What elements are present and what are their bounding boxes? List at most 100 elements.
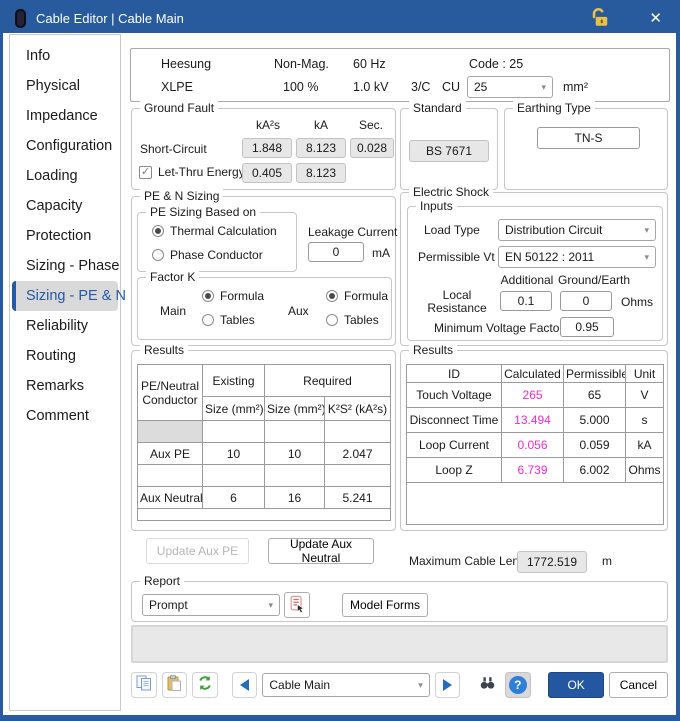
header-existing: Existing: [203, 365, 265, 397]
cable-insulation: XLPE: [161, 80, 193, 94]
cable-manufacturer: Heesung: [161, 57, 211, 71]
sidebar-item-sizing-pe-n[interactable]: Sizing - PE & N: [12, 281, 118, 311]
inputs-title: Inputs: [416, 199, 457, 213]
sidebar-item-comment[interactable]: Comment: [12, 401, 118, 431]
radio-icon: [202, 314, 214, 326]
results-right-title: Results: [409, 343, 457, 357]
phase-conductor-radio[interactable]: Phase Conductor: [152, 248, 263, 262]
header-required-k2s2: K²S² (kA²s): [325, 397, 391, 421]
refresh-button[interactable]: [192, 672, 218, 698]
dropdown-arrow-icon: ▾: [418, 680, 423, 691]
permissible-vt-dropdown[interactable]: EN 50122 : 2011 ▾: [498, 246, 656, 268]
additional-header: Additional: [500, 273, 554, 287]
report-manager-button[interactable]: [284, 592, 310, 618]
short-circuit-label: Short-Circuit: [140, 142, 207, 156]
prev-arrow-icon: [240, 679, 249, 691]
leakage-current-input[interactable]: 0: [308, 242, 364, 262]
leakage-current-unit: mA: [372, 246, 390, 260]
load-type-dropdown[interactable]: Distribution Circuit ▾: [498, 219, 656, 241]
update-aux-pe-button[interactable]: Update Aux PE: [146, 538, 249, 564]
sidebar-item-remarks[interactable]: Remarks: [12, 371, 118, 401]
shock-results-group: Results ID Calculated Permissible Unit T…: [400, 350, 668, 531]
report-mode-dropdown[interactable]: Prompt ▾: [142, 594, 280, 616]
electric-shock-group: Electric Shock Inputs Load Type Distribu…: [400, 192, 668, 346]
earthing-type-group: Earthing Type TN-S: [504, 108, 668, 190]
ground-earth-header: Ground/Earth: [558, 273, 622, 287]
table-row: Disconnect Time 13.494 5.000 s: [407, 408, 664, 433]
header-id: ID: [407, 365, 502, 383]
let-thru-energy-label: Let-Thru Energy: [158, 165, 245, 179]
table-row: Loop Z 6.739 6.002 Ohms: [407, 458, 664, 483]
standard-title: Standard: [409, 101, 466, 115]
radio-icon: [326, 314, 338, 326]
permissible-vt-label: Permissible Vt: [418, 250, 495, 264]
next-element-button[interactable]: [435, 672, 461, 698]
window-title: Cable Editor | Cable Main: [36, 11, 184, 26]
ground-fault-title: Ground Fault: [140, 101, 218, 115]
help-button[interactable]: ?: [505, 672, 531, 698]
binoculars-icon: [479, 674, 496, 696]
header-calculated: Calculated: [502, 365, 564, 383]
dropdown-arrow-icon: ▾: [541, 82, 546, 93]
footer-toolbar: Cable Main ▾ ? OK Cancel: [131, 670, 668, 700]
header-unit: Unit: [626, 365, 664, 383]
paste-button[interactable]: [162, 672, 188, 698]
titlebar[interactable]: Cable Editor | Cable Main ✕: [3, 3, 676, 33]
update-aux-neutral-button[interactable]: Update Aux Neutral: [268, 538, 374, 564]
sidebar-item-configuration[interactable]: Configuration: [12, 131, 118, 161]
let-thru-energy-checkbox[interactable]: ✓ Let-Thru Energy: [139, 165, 245, 179]
cancel-button[interactable]: Cancel: [609, 672, 668, 698]
table-row: Loop Current 0.056 0.059 kA: [407, 433, 664, 458]
shock-results-table: ID Calculated Permissible Unit Touch Vol…: [406, 364, 664, 525]
cable-conductor-material: CU: [442, 80, 460, 94]
cable-size-dropdown[interactable]: 25 ▾: [467, 76, 553, 98]
sidebar: Info Physical Impedance Configuration Lo…: [9, 34, 121, 711]
table-row: Aux PE 10 10 2.047: [138, 443, 391, 465]
short-circuit-sec-value: 0.028: [350, 138, 394, 158]
element-navigator-dropdown[interactable]: Cable Main ▾: [262, 673, 429, 697]
sidebar-item-reliability[interactable]: Reliability: [12, 311, 118, 341]
header-existing-size: Size (mm²): [203, 397, 265, 421]
min-voltage-factor-input[interactable]: 0.95: [560, 317, 614, 337]
ok-button[interactable]: OK: [548, 672, 603, 698]
copy-icon: [136, 675, 152, 696]
sidebar-item-physical[interactable]: Physical: [12, 71, 118, 101]
standard-group: Standard BS 7671: [400, 108, 498, 190]
model-forms-button[interactable]: Model Forms: [342, 593, 428, 617]
ground-earth-resistance-input[interactable]: 0: [560, 291, 612, 311]
ground-fault-group: Ground Fault kA²s kA Sec. Short-Circuit …: [131, 108, 396, 190]
max-cable-length-value: 1772.519: [517, 551, 587, 573]
earthing-type-value: TN-S: [537, 127, 640, 149]
close-icon[interactable]: ✕: [649, 9, 662, 27]
report-icon: [288, 595, 306, 616]
main-formula-radio[interactable]: Formula: [202, 289, 264, 303]
sidebar-item-impedance[interactable]: Impedance: [12, 101, 118, 131]
additional-resistance-input[interactable]: 0.1: [500, 291, 552, 311]
aux-tables-radio[interactable]: Tables: [326, 313, 379, 327]
factor-k-title: Factor K: [146, 270, 199, 284]
find-button[interactable]: [474, 672, 500, 698]
cable-frequency: 60 Hz: [353, 57, 386, 71]
sidebar-item-protection[interactable]: Protection: [12, 221, 118, 251]
paste-icon: [166, 675, 182, 696]
pe-sizing-based-on-title: PE Sizing Based on: [146, 205, 260, 219]
resistance-unit-label: Ohms: [621, 295, 653, 309]
cable-info-panel: Heesung Non-Mag. 60 Hz Code : 25 XLPE 10…: [130, 48, 670, 102]
local-resistance-label: Local Resistance: [422, 289, 492, 315]
copy-button[interactable]: [131, 672, 157, 698]
thermal-calculation-radio[interactable]: Thermal Calculation: [152, 224, 277, 238]
sidebar-item-routing[interactable]: Routing: [12, 341, 118, 371]
radio-icon: [152, 249, 164, 261]
main-tables-radio[interactable]: Tables: [202, 313, 255, 327]
sidebar-item-loading[interactable]: Loading: [12, 161, 118, 191]
aux-formula-radio[interactable]: Formula: [326, 289, 388, 303]
cable-size-unit: mm²: [563, 80, 588, 94]
table-row: [138, 465, 391, 487]
sidebar-item-sizing-phase[interactable]: Sizing - Phase: [12, 251, 118, 281]
pe-n-results-table: PE/Neutral Conductor Existing Required S…: [137, 364, 391, 521]
unlock-icon[interactable]: [588, 7, 610, 34]
sidebar-item-info[interactable]: Info: [12, 41, 118, 71]
sidebar-item-capacity[interactable]: Capacity: [12, 191, 118, 221]
prev-element-button[interactable]: [232, 672, 258, 698]
short-circuit-ka2s-value: 1.848: [242, 138, 292, 158]
